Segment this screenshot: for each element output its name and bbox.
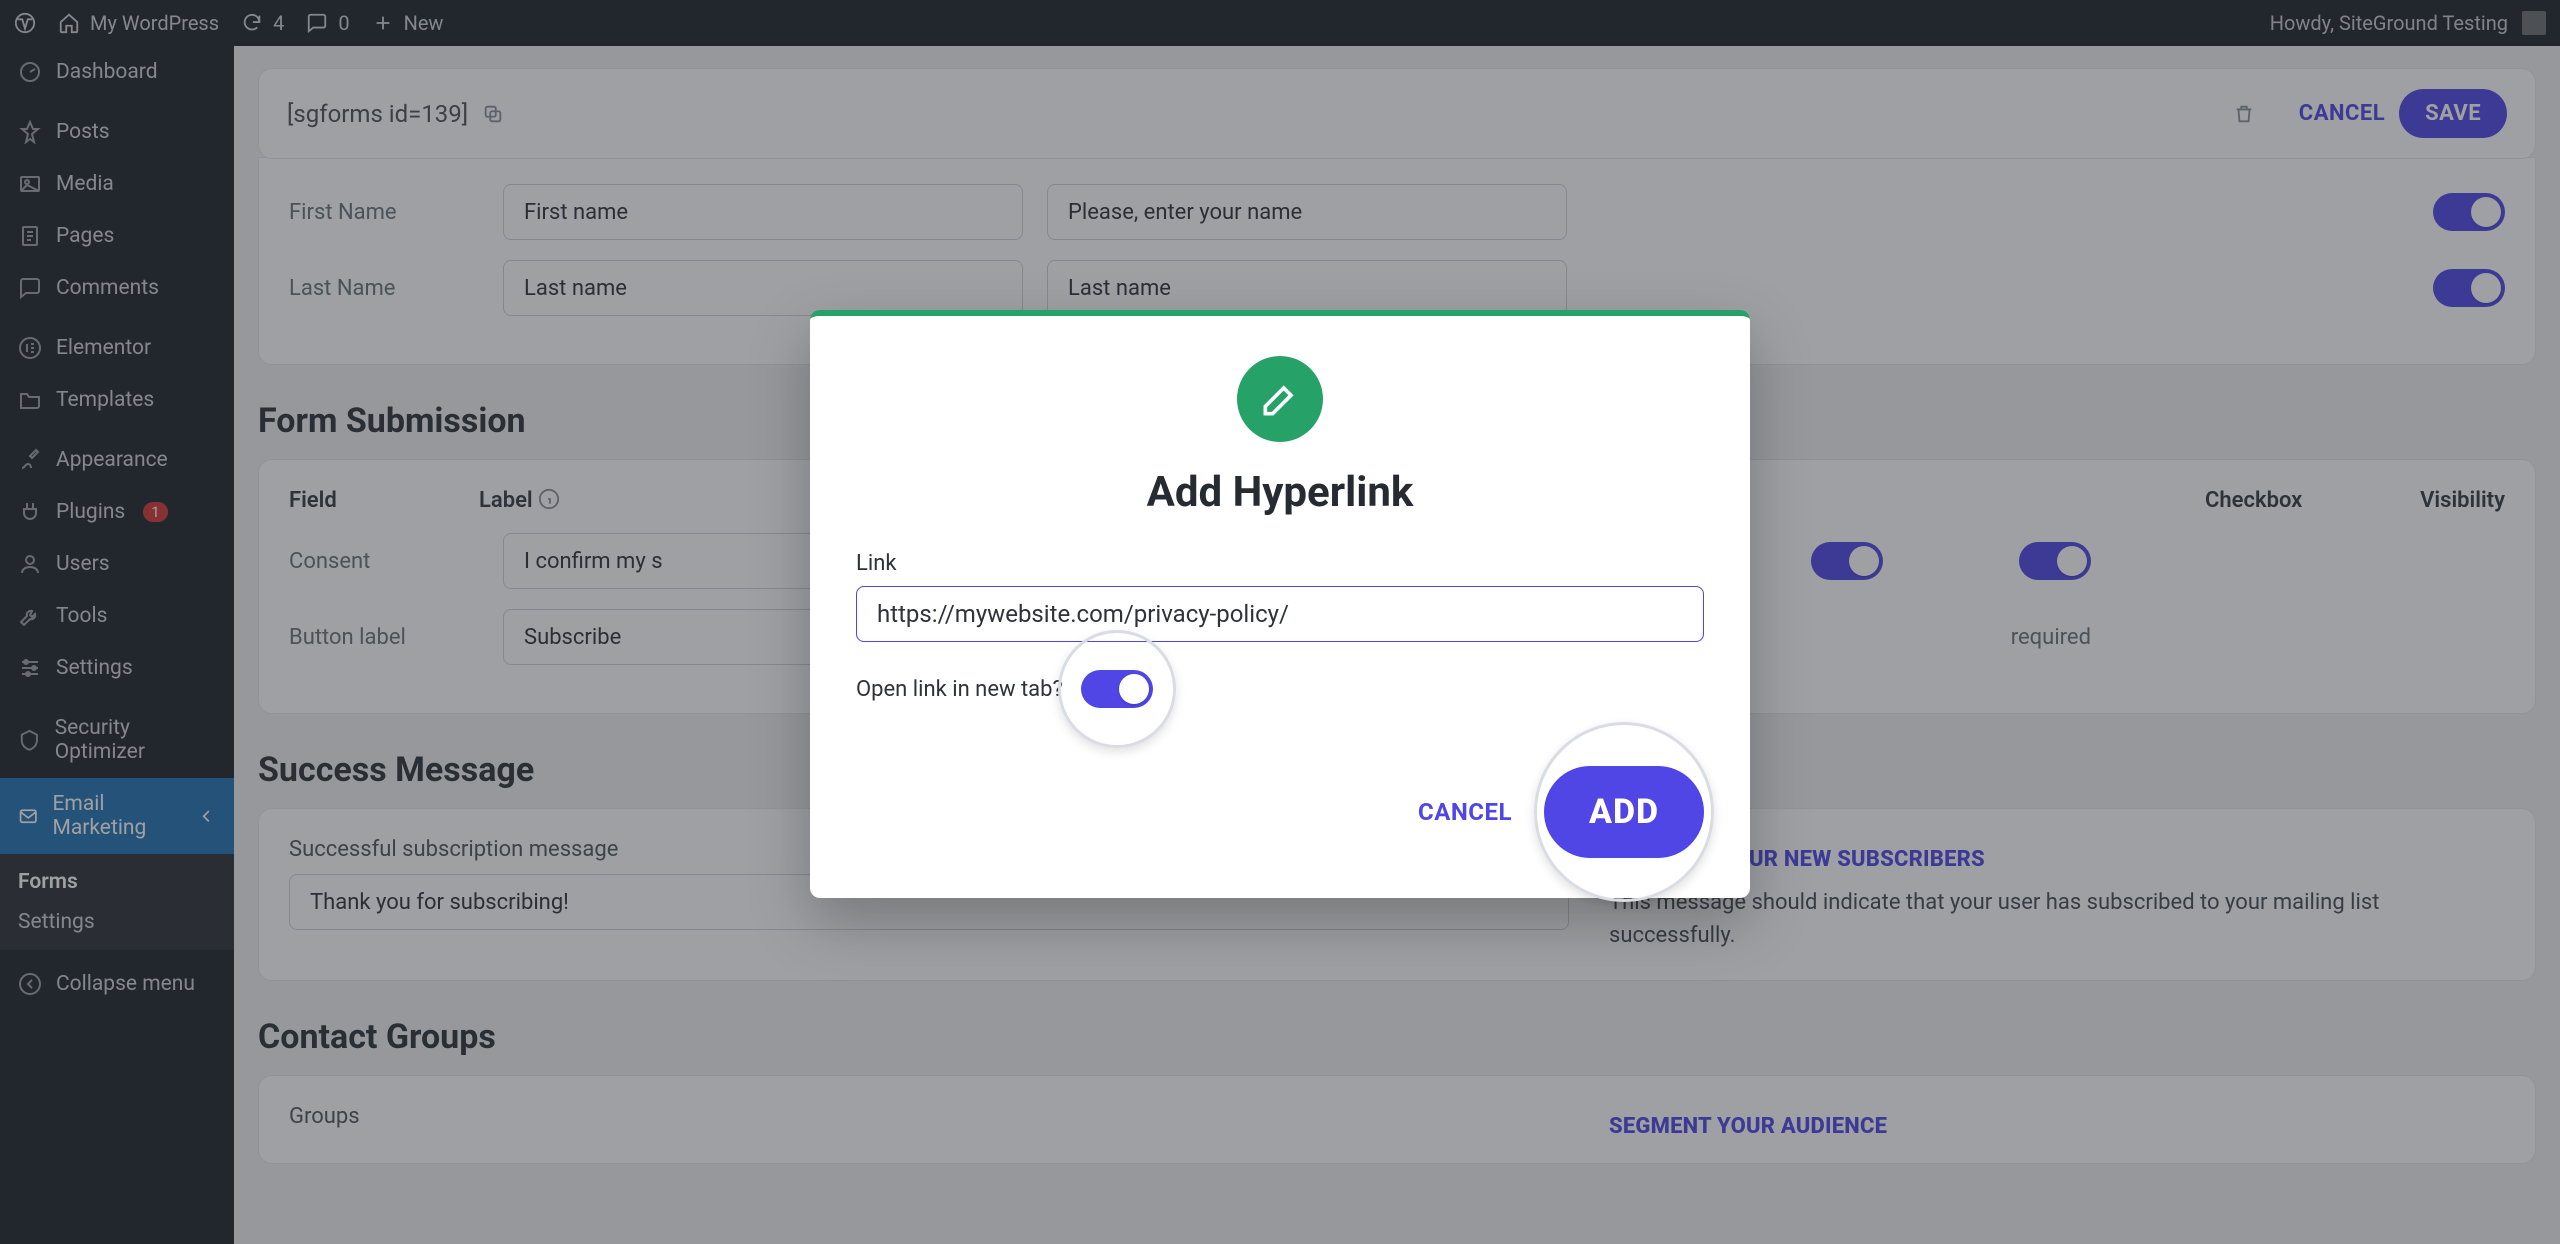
add-hyperlink-modal: Add Hyperlink Link Open link in new tab?…: [810, 310, 1750, 898]
modal-overlay: Add Hyperlink Link Open link in new tab?…: [0, 0, 2560, 1244]
link-label: Link: [856, 551, 1704, 576]
link-input[interactable]: [856, 586, 1704, 642]
newtab-toggle[interactable]: [1081, 670, 1153, 708]
modal-title: Add Hyperlink: [856, 468, 1704, 517]
pencil-icon: [1237, 356, 1323, 442]
newtab-label: Open link in new tab?: [856, 677, 1063, 702]
modal-add-button[interactable]: ADD: [1544, 766, 1704, 858]
modal-cancel-button[interactable]: CANCEL: [1418, 798, 1512, 826]
